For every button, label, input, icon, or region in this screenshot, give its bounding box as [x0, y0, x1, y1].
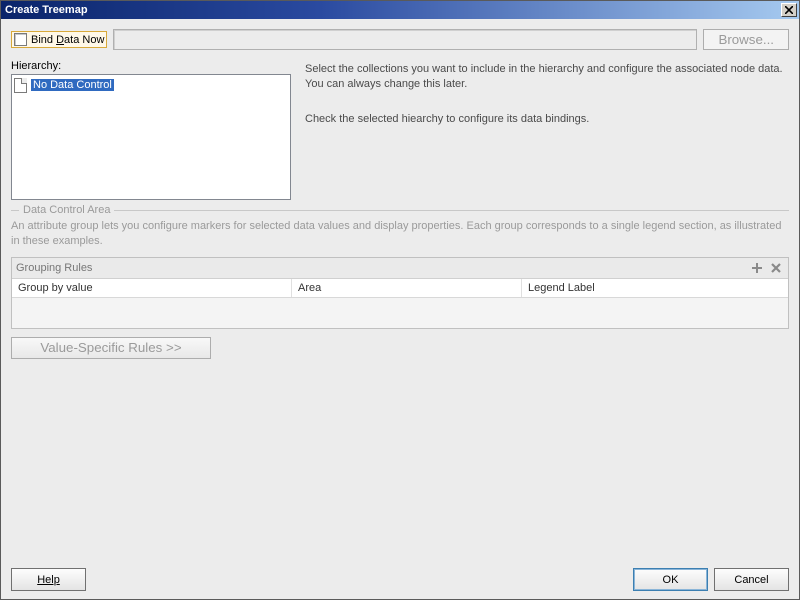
browse-button: Browse...	[703, 29, 789, 50]
window-title: Create Treemap	[5, 4, 781, 16]
data-control-legend: Data Control Area	[19, 204, 114, 216]
grouping-rules-panel: Grouping Rules	[11, 257, 789, 329]
close-button[interactable]	[781, 3, 797, 17]
description-line1: Select the collections you want to inclu…	[305, 62, 789, 92]
top-row: Bind Data Now Browse...	[11, 29, 789, 50]
file-icon	[14, 78, 27, 93]
ok-button[interactable]: OK	[633, 568, 708, 591]
column-legend-label[interactable]: Legend Label	[522, 279, 788, 297]
grouping-rules-title: Grouping Rules	[16, 262, 749, 274]
cancel-button[interactable]: Cancel	[714, 568, 789, 591]
grouping-rules-header: Grouping Rules	[12, 258, 788, 279]
checkbox-icon	[14, 33, 27, 46]
attribute-group-description: An attribute group lets you configure ma…	[11, 219, 789, 249]
data-control-area: Data Control Area An attribute group let…	[11, 210, 789, 359]
hierarchy-column: Hierarchy: No Data Control	[11, 60, 291, 200]
description-column: Select the collections you want to inclu…	[305, 60, 789, 200]
titlebar: Create Treemap	[1, 1, 799, 19]
add-rule-button[interactable]	[749, 260, 765, 276]
hierarchy-item-label: No Data Control	[31, 79, 114, 91]
value-specific-rules-button: Value-Specific Rules >>	[11, 337, 211, 359]
hierarchy-label: Hierarchy:	[11, 60, 291, 72]
hierarchy-item[interactable]: No Data Control	[14, 77, 288, 93]
description-line2: Check the selected hiearchy to configure…	[305, 112, 789, 127]
mid-row: Hierarchy: No Data Control Select the co…	[11, 60, 789, 200]
grouping-columns-header: Group by value Area Legend Label	[12, 279, 788, 298]
button-row: Help OK Cancel	[11, 560, 789, 591]
plus-icon	[751, 262, 763, 274]
bind-data-now-label: Bind Data Now	[31, 34, 104, 46]
data-path-input	[113, 29, 697, 50]
hierarchy-tree[interactable]: No Data Control	[11, 74, 291, 200]
column-group-by-value[interactable]: Group by value	[12, 279, 292, 297]
grouping-rules-body[interactable]	[12, 298, 788, 328]
bind-data-now-checkbox[interactable]: Bind Data Now	[11, 31, 107, 48]
help-button[interactable]: Help	[11, 568, 86, 591]
grouping-rules-toolbar	[749, 260, 784, 276]
dialog-window: Create Treemap Bind Data Now Browse... H…	[0, 0, 800, 600]
x-icon	[770, 262, 782, 274]
close-icon	[785, 6, 793, 14]
remove-rule-button[interactable]	[768, 260, 784, 276]
column-area[interactable]: Area	[292, 279, 522, 297]
dialog-content: Bind Data Now Browse... Hierarchy: No Da…	[1, 19, 799, 599]
